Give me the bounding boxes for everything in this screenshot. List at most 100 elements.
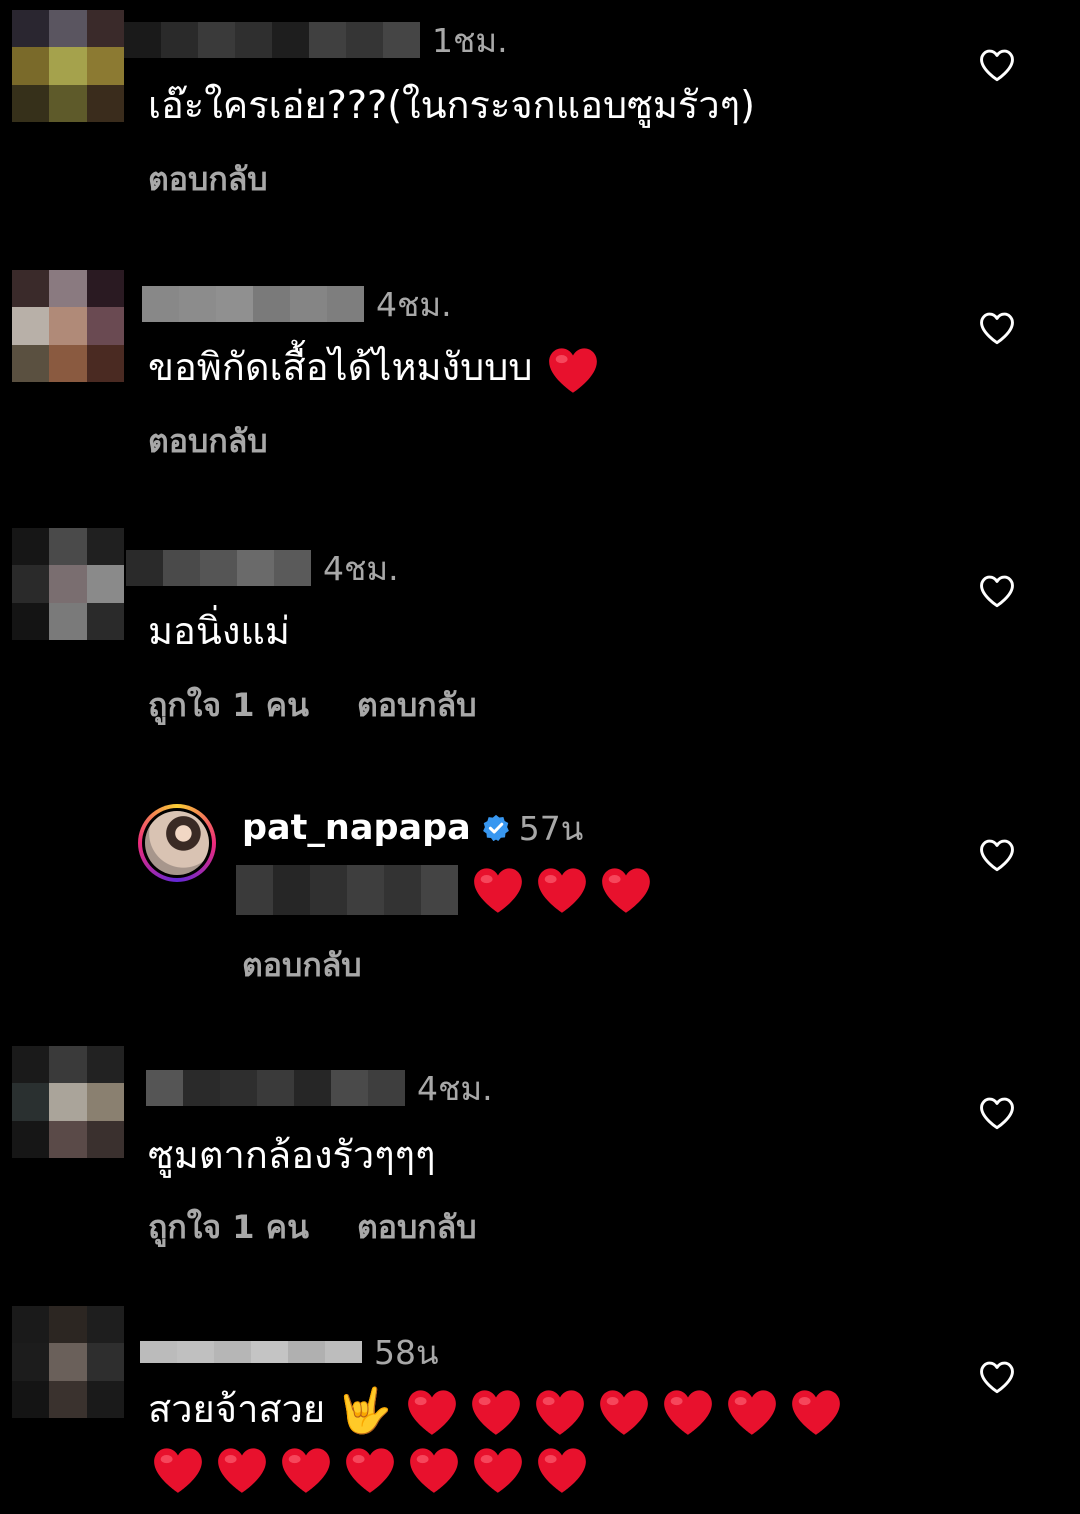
username-blurred[interactable] <box>140 1341 362 1363</box>
reply-text <box>236 862 654 918</box>
avatar-pixel <box>49 1380 87 1418</box>
avatar-pixel <box>49 344 87 382</box>
blur-block <box>253 286 290 322</box>
profile-photo <box>145 811 209 875</box>
avatar[interactable] <box>12 10 124 122</box>
avatar-pixel <box>12 528 50 566</box>
heart-emojis <box>404 1387 844 1437</box>
avatar-pixel <box>49 307 87 345</box>
avatar-pixel <box>86 1083 124 1121</box>
like-count[interactable]: ถูกใจ 1 คน <box>148 1202 309 1253</box>
comment-time: 4ชม. <box>323 548 399 588</box>
reply-actions: ตอบกลับ <box>242 940 362 991</box>
blur-block <box>146 1070 183 1106</box>
blur-block <box>235 22 272 58</box>
comment-meta: 4ชม. <box>142 284 452 324</box>
blur-block <box>327 286 364 322</box>
comment-time: 4ชม. <box>417 1068 493 1108</box>
reply-button[interactable]: ตอบกลับ <box>242 940 362 991</box>
username-blurred[interactable] <box>126 550 311 586</box>
like-heart-icon[interactable] <box>978 1360 1016 1394</box>
mention-blurred[interactable] <box>236 865 458 915</box>
avatar[interactable] <box>12 1306 124 1418</box>
blur-block <box>288 1341 325 1363</box>
like-count[interactable]: ถูกใจ 1 คน <box>148 680 309 731</box>
blur-block <box>163 550 200 586</box>
blur-block <box>177 1341 214 1363</box>
avatar-pixel <box>12 84 50 122</box>
avatar-pixel <box>86 307 124 345</box>
avatar-pixel <box>86 1046 124 1084</box>
comment-meta: 4ชม. <box>126 548 399 588</box>
avatar-pixel <box>49 1306 87 1344</box>
blur-block <box>124 22 161 58</box>
comment-actions: ตอบกลับ <box>148 154 268 205</box>
reply-button[interactable]: ตอบกลับ <box>357 1202 477 1253</box>
avatar-pixel <box>86 84 124 122</box>
blur-block <box>179 286 216 322</box>
reply-username[interactable]: pat_napapa <box>242 808 471 848</box>
comment-actions: ถูกใจ 1 คน ตอบกลับ <box>148 680 477 731</box>
heart-emojis <box>150 1445 590 1495</box>
blur-block <box>331 1070 368 1106</box>
avatar[interactable] <box>138 804 216 882</box>
blur-block <box>273 865 310 915</box>
like-heart-icon[interactable] <box>978 574 1016 608</box>
like-heart-icon[interactable] <box>978 1096 1016 1130</box>
reply-button[interactable]: ตอบกลับ <box>357 680 477 731</box>
blur-block <box>294 1070 331 1106</box>
avatar-pixel <box>12 47 50 85</box>
avatar[interactable] <box>12 528 124 640</box>
rock-hand-emoji: 🤟 <box>337 1385 393 1437</box>
blur-block <box>274 550 311 586</box>
blur-block <box>126 550 163 586</box>
avatar-pixel <box>49 1120 87 1158</box>
blur-block <box>346 22 383 58</box>
avatar-pixel <box>49 1083 87 1121</box>
avatar-pixel <box>12 344 50 382</box>
comment-text: ซูมตากล้องรัวๆๆๆ <box>148 1130 436 1180</box>
comment-actions: ถูกใจ 1 คน ตอบกลับ <box>148 1202 477 1253</box>
blur-block <box>325 1341 362 1363</box>
blur-block <box>257 1070 294 1106</box>
like-heart-icon[interactable] <box>978 838 1016 872</box>
blur-block <box>220 1070 257 1106</box>
blur-block <box>237 550 274 586</box>
avatar-pixel <box>12 1083 50 1121</box>
avatar-pixel <box>12 1306 50 1344</box>
avatar-pixel <box>49 1343 87 1381</box>
blur-block <box>236 865 273 915</box>
avatar[interactable] <box>12 270 124 382</box>
avatar-pixel <box>12 602 50 640</box>
avatar-pixel <box>86 47 124 85</box>
reply-button[interactable]: ตอบกลับ <box>148 154 268 205</box>
comment-body: ขอพิกัดเสื้อได้ไหมงับบบ <box>148 345 533 389</box>
like-heart-icon[interactable] <box>978 48 1016 82</box>
comment-text-line2 <box>150 1442 590 1495</box>
avatar[interactable] <box>12 1046 124 1158</box>
heart-emojis <box>470 865 654 915</box>
blur-block <box>368 1070 405 1106</box>
username-blurred[interactable] <box>142 286 364 322</box>
blur-block <box>140 1341 177 1363</box>
avatar-pixel <box>12 1343 50 1381</box>
blur-block <box>200 550 237 586</box>
avatar-pixel <box>86 10 124 48</box>
reply-button[interactable]: ตอบกลับ <box>148 416 268 467</box>
username-blurred[interactable] <box>124 22 420 58</box>
avatar-pixel <box>86 344 124 382</box>
avatar-pixel <box>86 565 124 603</box>
blur-block <box>309 22 346 58</box>
avatar-pixel <box>49 528 87 566</box>
like-heart-icon[interactable] <box>978 311 1016 345</box>
comment-text: มอนิ่งแม่ <box>148 606 290 656</box>
username-blurred[interactable] <box>146 1070 405 1106</box>
avatar-pixel <box>12 307 50 345</box>
avatar-pixel <box>86 1306 124 1344</box>
avatar-pixel <box>49 10 87 48</box>
blur-block <box>183 1070 220 1106</box>
comment-body: สวยจ้าสวย <box>148 1387 326 1431</box>
comment-time: 1ชม. <box>432 20 508 60</box>
avatar-pixel <box>12 1380 50 1418</box>
blur-block <box>214 1341 251 1363</box>
